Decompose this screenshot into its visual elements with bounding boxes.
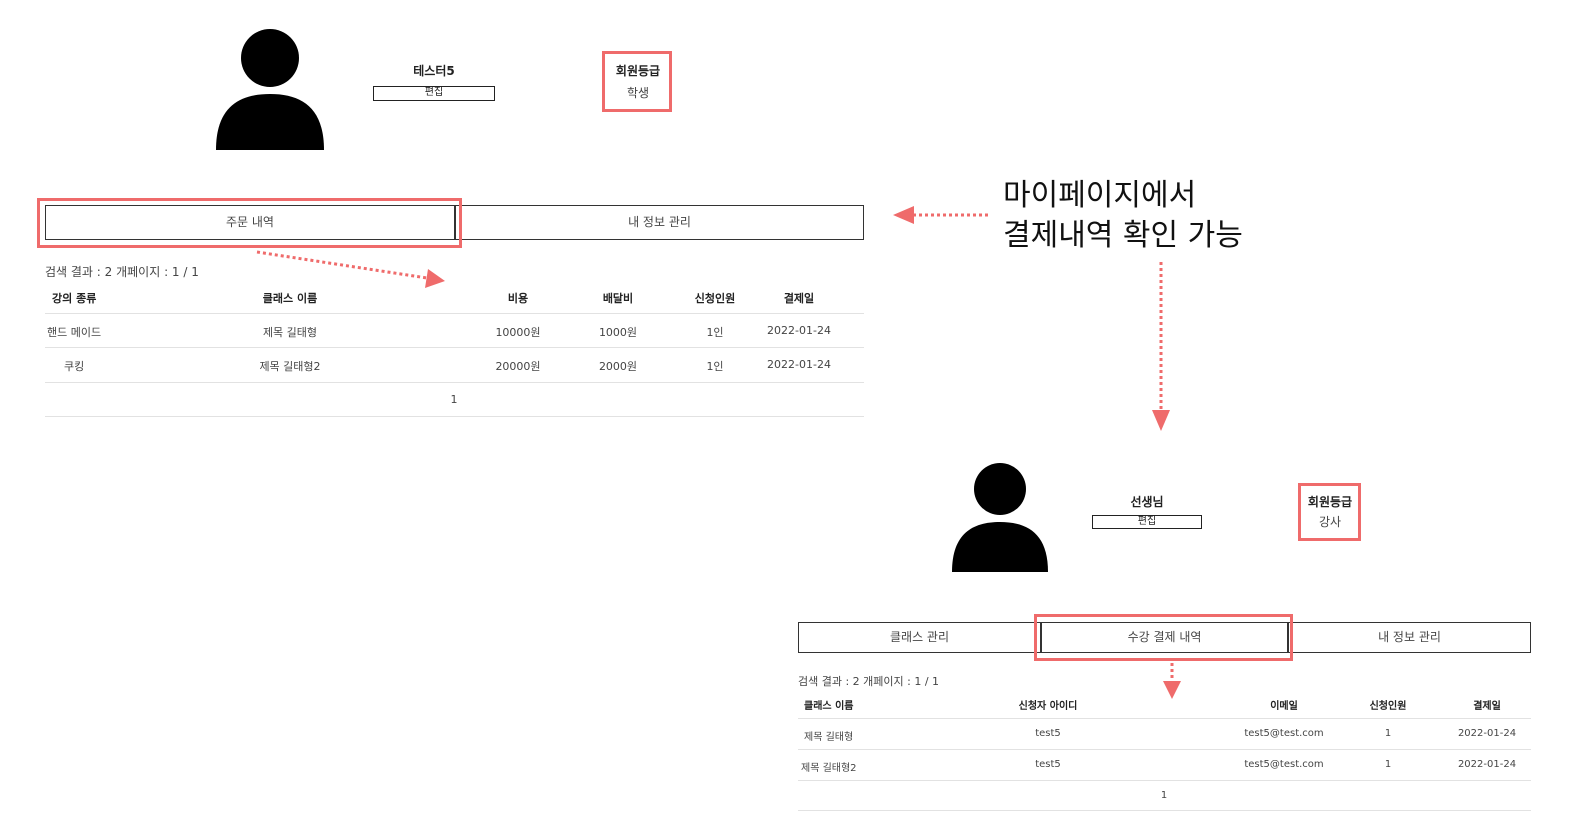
highlight-payment-tab bbox=[1034, 614, 1293, 661]
column-header: 클래스 이름 bbox=[804, 701, 854, 712]
highlight-member-grade bbox=[1298, 483, 1361, 541]
table-cell: test5@test.com bbox=[1244, 728, 1324, 739]
column-header: 신청자 아이디 bbox=[1018, 701, 1078, 712]
table-cell: test5 bbox=[1035, 728, 1061, 739]
arrow-down bbox=[1152, 262, 1170, 431]
tab-my-info[interactable]: 내 정보 관리 bbox=[1288, 622, 1531, 653]
table-cell: test5 bbox=[1035, 759, 1061, 770]
arrow-to-bottom-table bbox=[1163, 663, 1181, 699]
table-cell: 1 bbox=[1384, 759, 1392, 770]
profile-username: 선생님 bbox=[1130, 495, 1164, 509]
arrow-to-table bbox=[256, 250, 445, 288]
table-cell: 2022-01-24 bbox=[1457, 759, 1517, 770]
column-header: 결제일 bbox=[1473, 701, 1501, 712]
tab-class-management[interactable]: 클래스 관리 bbox=[798, 622, 1041, 653]
column-header: 신청인원 bbox=[1369, 701, 1407, 712]
table-cell: 제목 길태형2 bbox=[801, 763, 857, 774]
column-header: 이메일 bbox=[1270, 701, 1298, 712]
table-cell: 제목 길태형 bbox=[804, 732, 854, 743]
annotation-arrows bbox=[256, 206, 1181, 699]
table-cell: test5@test.com bbox=[1244, 759, 1324, 770]
pagination-page[interactable]: 1 bbox=[1144, 790, 1184, 801]
table-cell: 2022-01-24 bbox=[1457, 728, 1517, 739]
arrow-to-tabs bbox=[893, 206, 988, 224]
search-summary: 검색 결과 : 2 개페이지 : 1 / 1 bbox=[798, 675, 940, 688]
avatar-icon bbox=[952, 463, 1048, 572]
table-cell: 1 bbox=[1384, 728, 1392, 739]
edit-button[interactable]: 편집 bbox=[1092, 515, 1202, 529]
